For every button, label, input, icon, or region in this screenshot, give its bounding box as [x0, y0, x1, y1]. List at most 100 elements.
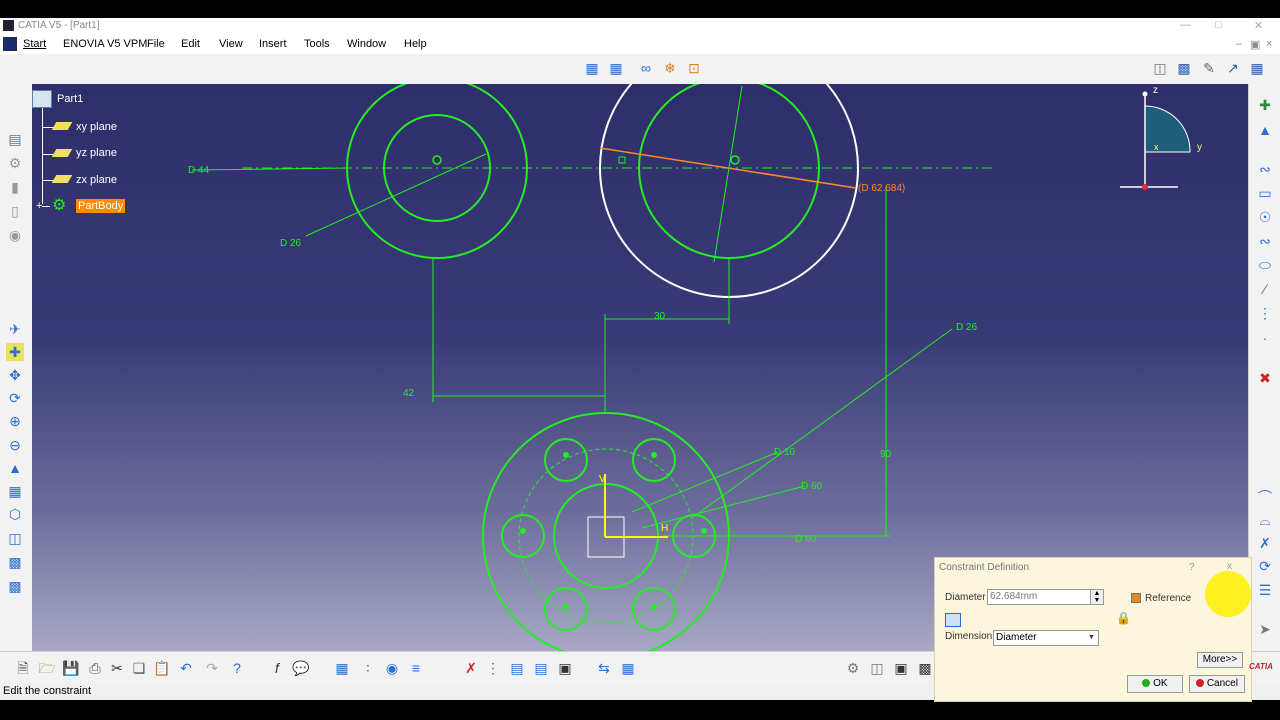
- constraint-definition-dialog[interactable]: Constraint Definition ? x Diameter 62.68…: [934, 557, 1252, 702]
- lock-icon[interactable]: 🔒: [1116, 611, 1131, 625]
- tree-item-xy-plane[interactable]: xy plane: [76, 121, 117, 133]
- menu-help[interactable]: Help: [404, 38, 427, 50]
- point-icon[interactable]: ·: [1256, 329, 1274, 347]
- iso-view-icon[interactable]: ⬡: [6, 505, 24, 523]
- corner-icon[interactable]: ⌒: [1256, 488, 1274, 506]
- cut-part-icon[interactable]: ▤: [508, 659, 526, 677]
- doc-close-icon[interactable]: ×: [1266, 38, 1272, 50]
- pocket-icon[interactable]: ▯: [6, 202, 24, 220]
- standard-view-icon[interactable]: ◫: [1151, 59, 1169, 77]
- cut-icon[interactable]: ✂: [108, 659, 126, 677]
- dropdown-chevron-icon[interactable]: ▼: [1088, 634, 1095, 641]
- dimension-select[interactable]: Diameter: [993, 630, 1099, 646]
- profile-icon[interactable]: ∾: [1256, 160, 1274, 178]
- expand-icon[interactable]: +: [36, 200, 42, 212]
- pan-icon[interactable]: ✥: [6, 366, 24, 384]
- redo-icon[interactable]: ↷: [203, 659, 221, 677]
- circle-tool-icon[interactable]: ☉: [1256, 208, 1274, 226]
- instantiate-icon[interactable]: ∶: [359, 659, 377, 677]
- project-icon[interactable]: ☰: [1256, 581, 1274, 599]
- sketch-icon[interactable]: ▤: [6, 130, 24, 148]
- catalog-icon[interactable]: ◉: [383, 659, 401, 677]
- reference-checkbox[interactable]: [1131, 593, 1141, 603]
- snap-to-point-icon[interactable]: ✗: [462, 659, 480, 677]
- compass[interactable]: [1120, 84, 1200, 194]
- diameter-value-field[interactable]: 62.684mm: [987, 589, 1093, 605]
- analysis-icon[interactable]: ≡: [407, 659, 425, 677]
- delete-icon[interactable]: ✖: [1256, 369, 1274, 387]
- snap-grid-icon[interactable]: ▦: [607, 59, 625, 77]
- menu-window[interactable]: Window: [347, 38, 386, 50]
- part-icon[interactable]: [32, 90, 52, 108]
- spinner-icon[interactable]: ▲ ▼: [1090, 589, 1104, 605]
- menu-start[interactable]: Start: [23, 38, 46, 50]
- render-icon[interactable]: ▣: [892, 659, 910, 677]
- sketch-analysis-icon[interactable]: ⋮: [484, 659, 502, 677]
- shading-icon[interactable]: ◫: [6, 529, 24, 547]
- table-icon[interactable]: ▦: [333, 659, 351, 677]
- zoom-out-icon[interactable]: ⊖: [6, 436, 24, 454]
- output-icon[interactable]: ▦: [619, 659, 637, 677]
- fit-all-icon[interactable]: ✚: [6, 343, 24, 361]
- menu-insert[interactable]: Insert: [259, 38, 287, 50]
- save-icon[interactable]: 💾: [62, 659, 80, 677]
- line-icon[interactable]: ∕: [1256, 280, 1274, 298]
- more-button[interactable]: More>>: [1197, 652, 1243, 668]
- chamfer-icon[interactable]: ⌓: [1256, 511, 1274, 529]
- grid-icon[interactable]: ▦: [583, 59, 601, 77]
- auto-constraint-icon[interactable]: ▤: [532, 659, 550, 677]
- ok-button[interactable]: OK: [1127, 675, 1183, 693]
- view-mode-icon[interactable]: ▩: [1175, 59, 1193, 77]
- constraint-type-icon[interactable]: [945, 613, 961, 627]
- open-icon[interactable]: 🗁: [38, 659, 56, 677]
- restore-icon[interactable]: □: [1215, 19, 1222, 31]
- minimize-icon[interactable]: —: [1180, 19, 1191, 31]
- view-icon[interactable]: ▩: [916, 659, 934, 677]
- help-icon[interactable]: ?: [1189, 562, 1195, 573]
- multi-view-icon[interactable]: ▦: [6, 482, 24, 500]
- normal-view-icon[interactable]: ▲: [6, 459, 24, 477]
- measure-icon[interactable]: ↗: [1224, 59, 1242, 77]
- new-icon[interactable]: 🗎: [14, 659, 32, 677]
- construction-element-icon[interactable]: ∞: [637, 59, 655, 77]
- profile-tool-icon[interactable]: ✚: [1256, 96, 1274, 114]
- menu-enovia[interactable]: ENOVIA V5 VPM: [63, 38, 147, 50]
- mirror-icon[interactable]: ⟳: [1256, 557, 1274, 575]
- tree-item-yz-plane[interactable]: yz plane: [76, 147, 117, 159]
- dimensional-constraints-icon[interactable]: ⊡: [685, 59, 703, 77]
- apply-material-icon[interactable]: ✎: [1200, 59, 1218, 77]
- doc-restore-icon[interactable]: ▣: [1250, 38, 1260, 51]
- tree-root-part1[interactable]: Part1: [57, 93, 83, 105]
- shaft-icon[interactable]: ◉: [6, 226, 24, 244]
- trim-icon[interactable]: ✗: [1256, 534, 1274, 552]
- menu-file[interactable]: File: [147, 38, 165, 50]
- rectangle-icon[interactable]: ▭: [1256, 184, 1274, 202]
- isolate-icon[interactable]: ⇆: [595, 659, 613, 677]
- whats-this-icon[interactable]: ?: [228, 659, 246, 677]
- rotate-icon[interactable]: ⟳: [6, 389, 24, 407]
- shading-mode-icon[interactable]: ◫: [868, 659, 886, 677]
- start-logo-icon[interactable]: [3, 37, 17, 51]
- swap-space-icon[interactable]: ▩: [6, 577, 24, 595]
- doc-minimize-icon[interactable]: –: [1236, 38, 1242, 50]
- pad-icon[interactable]: ▮: [6, 178, 24, 196]
- exit-workbench-icon[interactable]: ⚙: [6, 154, 24, 172]
- spline-icon[interactable]: ∾: [1256, 232, 1274, 250]
- tools-icon[interactable]: ▦: [1248, 59, 1266, 77]
- undo-icon[interactable]: ↶: [177, 659, 195, 677]
- fly-mode-icon[interactable]: ✈: [6, 320, 24, 338]
- print-icon[interactable]: ⎙: [86, 659, 104, 677]
- formula-icon[interactable]: f: [268, 659, 286, 677]
- image-icon[interactable]: ▣: [556, 659, 574, 677]
- select-arrow-icon[interactable]: ➤: [1256, 620, 1274, 638]
- cancel-button[interactable]: Cancel: [1189, 675, 1245, 693]
- close-icon[interactable]: ✕: [1254, 19, 1263, 32]
- copy-icon[interactable]: ❏: [130, 659, 148, 677]
- menu-tools[interactable]: Tools: [304, 38, 330, 50]
- comment-icon[interactable]: 💬: [292, 659, 310, 677]
- ellipse-icon[interactable]: ⬭: [1256, 256, 1274, 274]
- menu-edit[interactable]: Edit: [181, 38, 200, 50]
- axis-icon[interactable]: ⋮: [1256, 304, 1274, 322]
- zoom-in-icon[interactable]: ⊕: [6, 412, 24, 430]
- constraint-tool-icon[interactable]: ▲: [1256, 121, 1274, 139]
